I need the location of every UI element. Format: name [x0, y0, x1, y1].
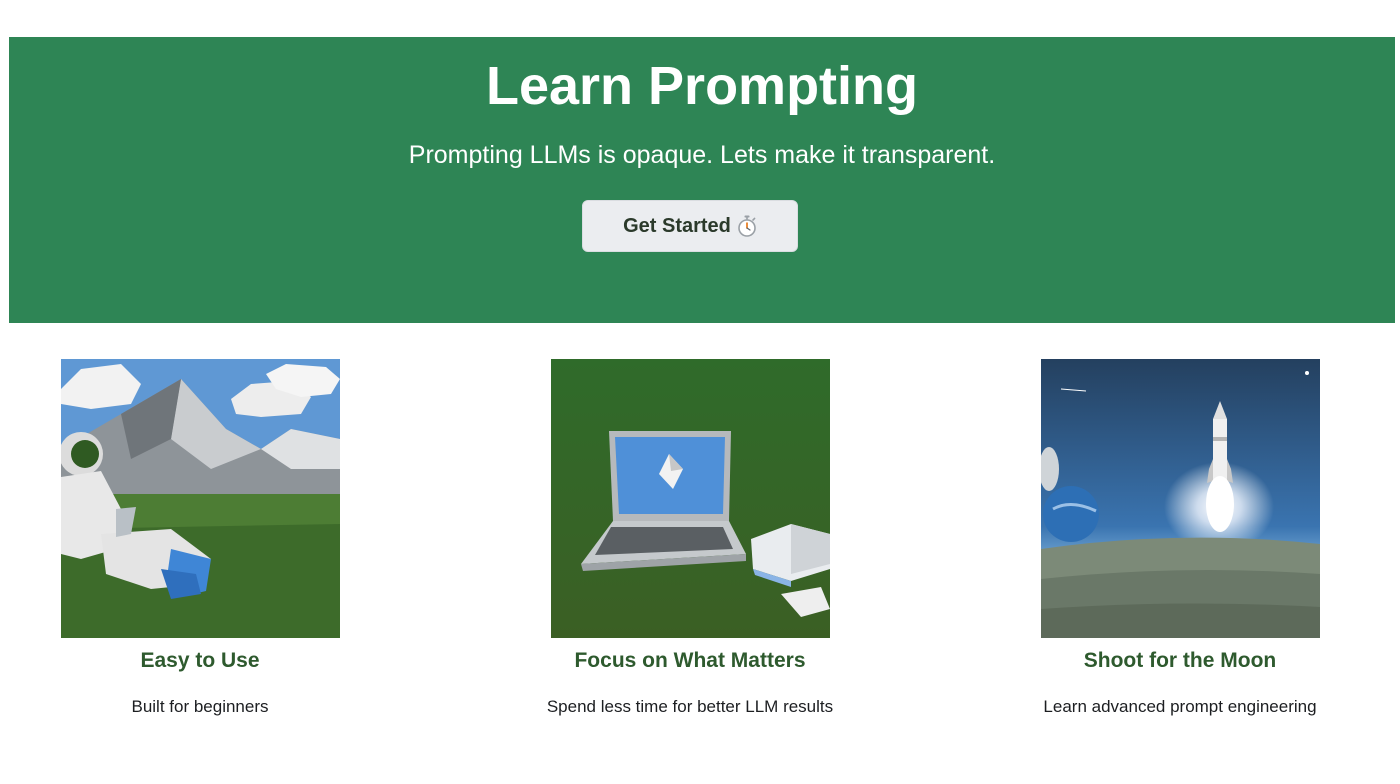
hero-title: Learn Prompting: [485, 56, 919, 116]
get-started-button[interactable]: Get Started: [582, 200, 798, 252]
astronaut-in-meadow-image: [61, 359, 340, 638]
laptop-on-grass-image: [551, 359, 830, 638]
feature-description: Learn advanced prompt engineering: [1043, 697, 1317, 716]
rocket-launch-image: [1041, 359, 1320, 638]
feature-title: Easy to Use: [140, 649, 260, 672]
hero-banner: Learn Prompting Prompting LLMs is opaque…: [9, 37, 1395, 323]
hero-subtitle: Prompting LLMs is opaque. Lets make it t…: [408, 141, 996, 169]
stopwatch-icon: [737, 215, 757, 237]
get-started-label: Get Started: [623, 214, 731, 237]
feature-description: Spend less time for better LLM results: [546, 697, 834, 716]
feature-description: Built for beginners: [131, 697, 269, 716]
feature-title: Focus on What Matters: [574, 649, 806, 672]
feature-title: Shoot for the Moon: [1083, 649, 1277, 672]
